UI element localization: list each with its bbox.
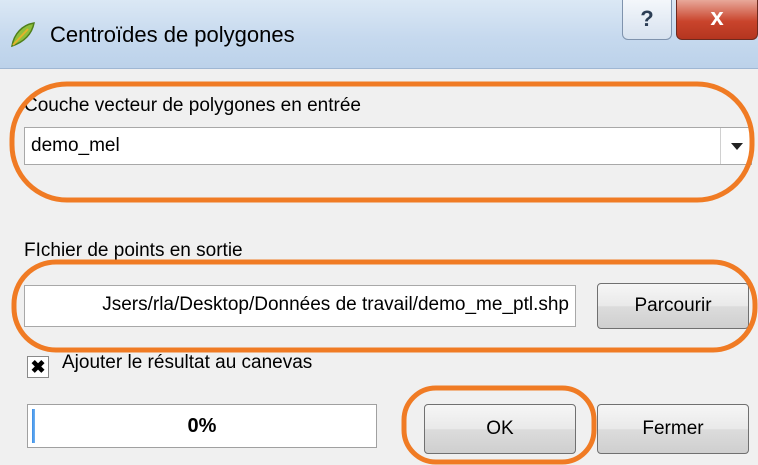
output-file-input[interactable]: Jsers/rla/Desktop/Données de travail/dem… bbox=[24, 285, 576, 327]
close-window-button[interactable]: x bbox=[676, 0, 758, 40]
add-to-canvas-checkbox[interactable]: ✖ bbox=[27, 356, 49, 378]
progress-text: 0% bbox=[187, 415, 217, 437]
input-layer-label: Couche vecteur de polygones en entrée bbox=[24, 95, 361, 116]
chevron-down-icon[interactable] bbox=[720, 128, 751, 164]
ok-button[interactable]: OK bbox=[424, 404, 576, 454]
close-button[interactable]: Fermer bbox=[597, 404, 749, 454]
qgis-leaf-icon bbox=[11, 22, 35, 48]
progress-bar: 0% bbox=[27, 404, 377, 448]
browse-button[interactable]: Parcourir bbox=[597, 283, 749, 329]
input-layer-value: demo_mel bbox=[31, 135, 120, 156]
output-file-label: FIchier de points en sortie bbox=[24, 240, 243, 261]
output-file-value: Jsers/rla/Desktop/Données de travail/dem… bbox=[102, 294, 569, 315]
help-button[interactable]: ? bbox=[622, 0, 672, 40]
title-bar: Centroïdes de polygones ? x bbox=[0, 0, 758, 69]
annotation-overlay bbox=[9, 81, 758, 465]
input-layer-select[interactable]: demo_mel bbox=[24, 127, 752, 165]
add-to-canvas-label: Ajouter le résultat au canevas bbox=[62, 352, 313, 373]
window-title: Centroïdes de polygones bbox=[50, 22, 295, 47]
